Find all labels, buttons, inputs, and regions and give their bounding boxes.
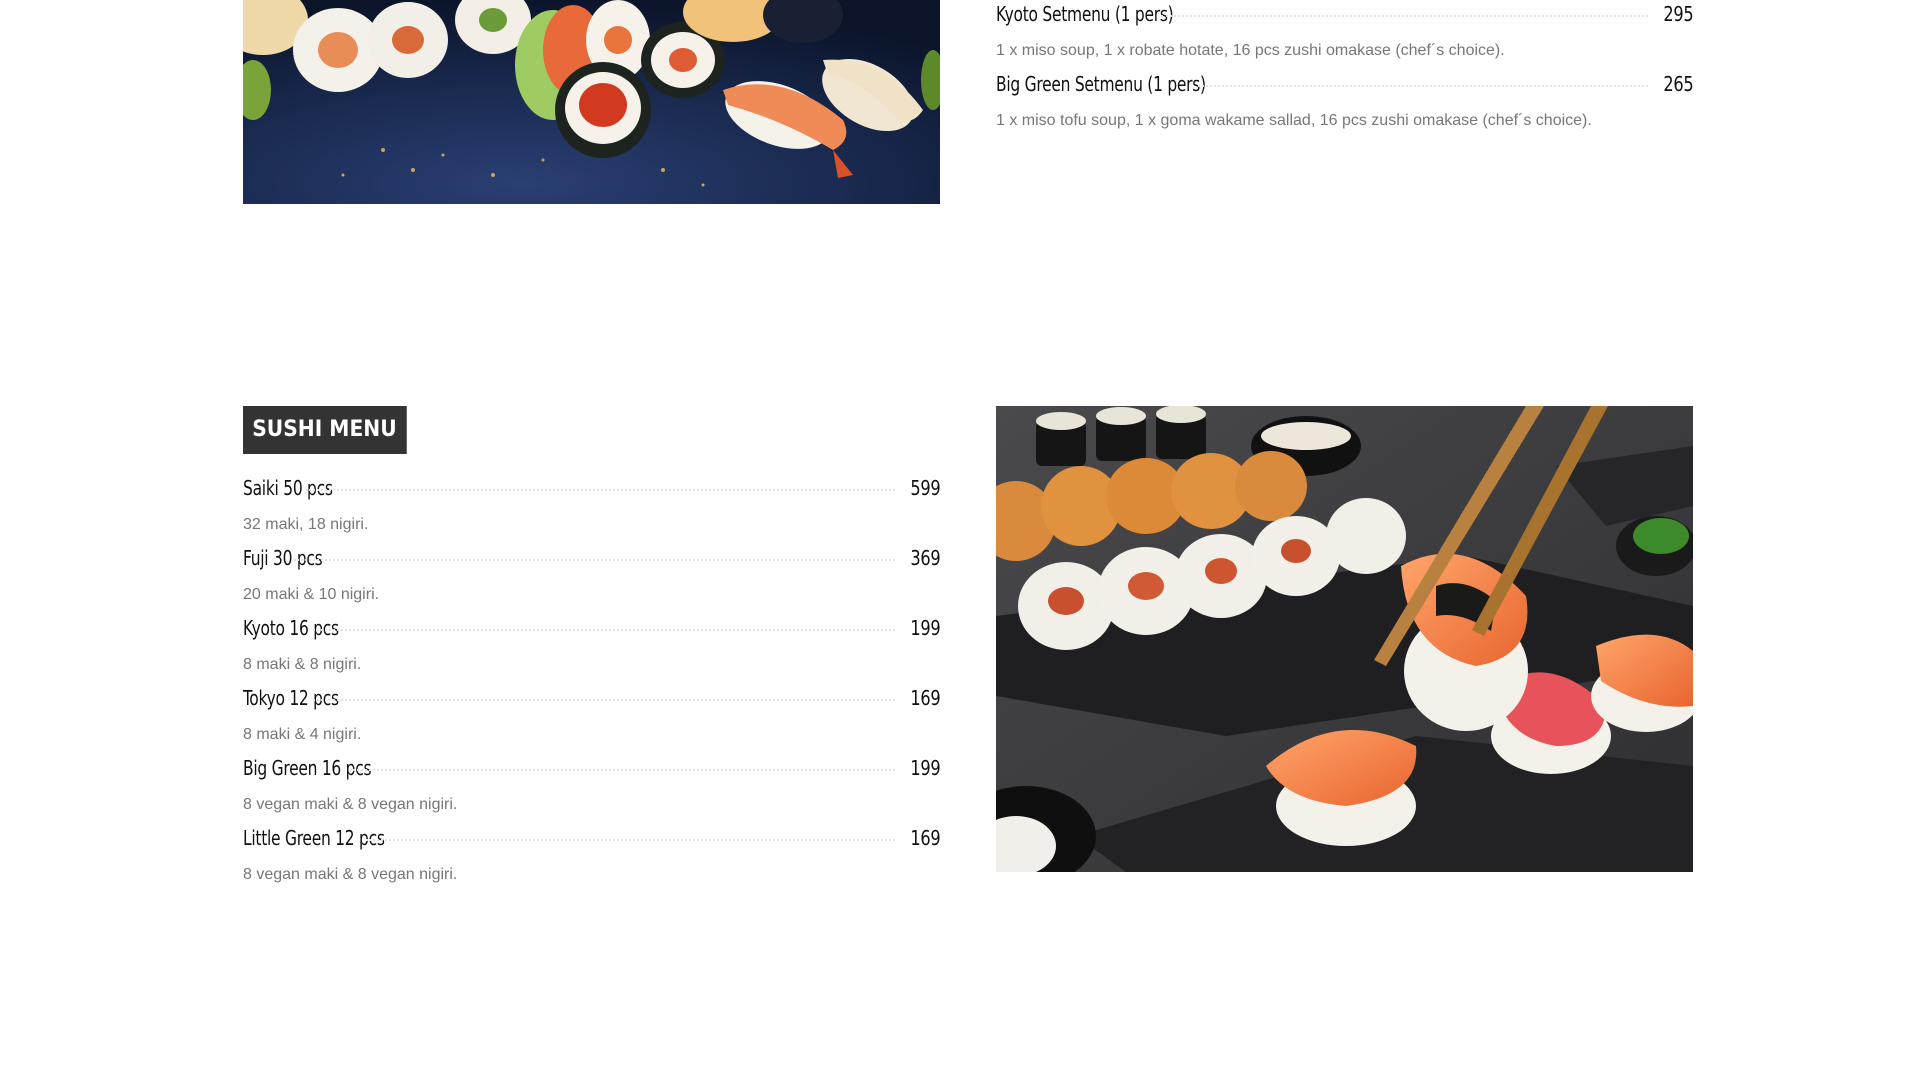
- leader-dots: [350, 769, 895, 771]
- menu-item-price: 599: [909, 476, 940, 500]
- leader-dots: [312, 699, 895, 701]
- menu-item-name: Saiki 50 pcs: [243, 476, 333, 500]
- menu-item: Big Green 16 pcs 199 8 vegan maki & 8 ve…: [243, 754, 940, 824]
- menu-item-row: Kyoto Setmenu (1 pers) 295: [996, 0, 1693, 36]
- menu-item-price: 369: [909, 546, 940, 570]
- menu-item-name: Little Green 12 pcs: [243, 826, 385, 850]
- menu-item-row: Kyoto 16 pcs 199: [243, 614, 940, 650]
- menu-item-price: 199: [909, 756, 940, 780]
- menu-item: Tokyo 12 pcs 169 8 maki & 4 nigiri.: [243, 684, 940, 754]
- sushi-menu-list: Saiki 50 pcs 599 32 maki, 18 nigiri. Fuj…: [243, 474, 940, 894]
- menu-item-price: 169: [909, 686, 940, 710]
- menu-item-name: Big Green 16 pcs: [243, 756, 372, 780]
- leader-dots: [365, 839, 895, 841]
- menu-item-name: Kyoto 16 pcs: [243, 616, 339, 640]
- menu-item: Saiki 50 pcs 599 32 maki, 18 nigiri.: [243, 474, 940, 544]
- section-title: SUSHI MENU: [243, 406, 407, 454]
- menu-item: Kyoto 16 pcs 199 8 maki & 8 nigiri.: [243, 614, 940, 684]
- menu-item-row: Fuji 30 pcs 369: [243, 544, 940, 580]
- menu-item-description: 8 vegan maki & 8 vegan nigiri.: [243, 866, 458, 883]
- sushi-platter-photo: [243, 0, 940, 204]
- menu-item-name: Tokyo 12 pcs: [243, 686, 339, 710]
- leader-dots: [1160, 15, 1648, 17]
- nigiri-chopsticks-photo: [996, 406, 1693, 872]
- menu-item-price: 295: [1662, 2, 1693, 26]
- set-menu-list: Kyoto Setmenu (1 pers) 295 1 x miso soup…: [996, 0, 1693, 140]
- menu-item-description: 8 maki & 8 nigiri.: [243, 656, 362, 673]
- menu-item-row: Little Green 12 pcs 169: [243, 824, 940, 860]
- leader-dots: [1198, 85, 1648, 87]
- menu-item-price: 169: [909, 826, 940, 850]
- menu-item-description: 8 maki & 4 nigiri.: [243, 726, 362, 743]
- menu-item-name: Kyoto Setmenu (1 pers): [996, 2, 1174, 26]
- menu-item: Fuji 30 pcs 369 20 maki & 10 nigiri.: [243, 544, 940, 614]
- menu-item-price: 199: [909, 616, 940, 640]
- menu-item-description: 20 maki & 10 nigiri.: [243, 586, 380, 603]
- menu-item-name: Fuji 30 pcs: [243, 546, 323, 570]
- menu-item: Kyoto Setmenu (1 pers) 295 1 x miso soup…: [996, 0, 1693, 70]
- menu-item-description: 32 maki, 18 nigiri.: [243, 516, 369, 533]
- menu-item-row: Big Green 16 pcs 199: [243, 754, 940, 790]
- menu-item-description: 8 vegan maki & 8 vegan nigiri.: [243, 796, 458, 813]
- menu-item-description: 1 x miso soup, 1 x robate hotate, 16 pcs…: [996, 42, 1505, 59]
- sushi-menu-section: SUSHI MENU Saiki 50 pcs 599 32 maki, 18 …: [243, 406, 940, 894]
- menu-item-price: 265: [1662, 72, 1693, 96]
- menu-item-description: 1 x miso tofu soup, 1 x goma wakame sall…: [996, 112, 1592, 129]
- menu-item-row: Tokyo 12 pcs 169: [243, 684, 940, 720]
- menu-item-row: Big Green Setmenu (1 pers) 265: [996, 70, 1693, 106]
- menu-item-row: Saiki 50 pcs 599: [243, 474, 940, 510]
- menu-item: Little Green 12 pcs 169 8 vegan maki & 8…: [243, 824, 940, 894]
- leader-dots: [305, 489, 895, 491]
- leader-dots: [312, 629, 895, 631]
- menu-item-name: Big Green Setmenu (1 pers): [996, 72, 1206, 96]
- leader-dots: [293, 559, 895, 561]
- menu-item: Big Green Setmenu (1 pers) 265 1 x miso …: [996, 70, 1693, 140]
